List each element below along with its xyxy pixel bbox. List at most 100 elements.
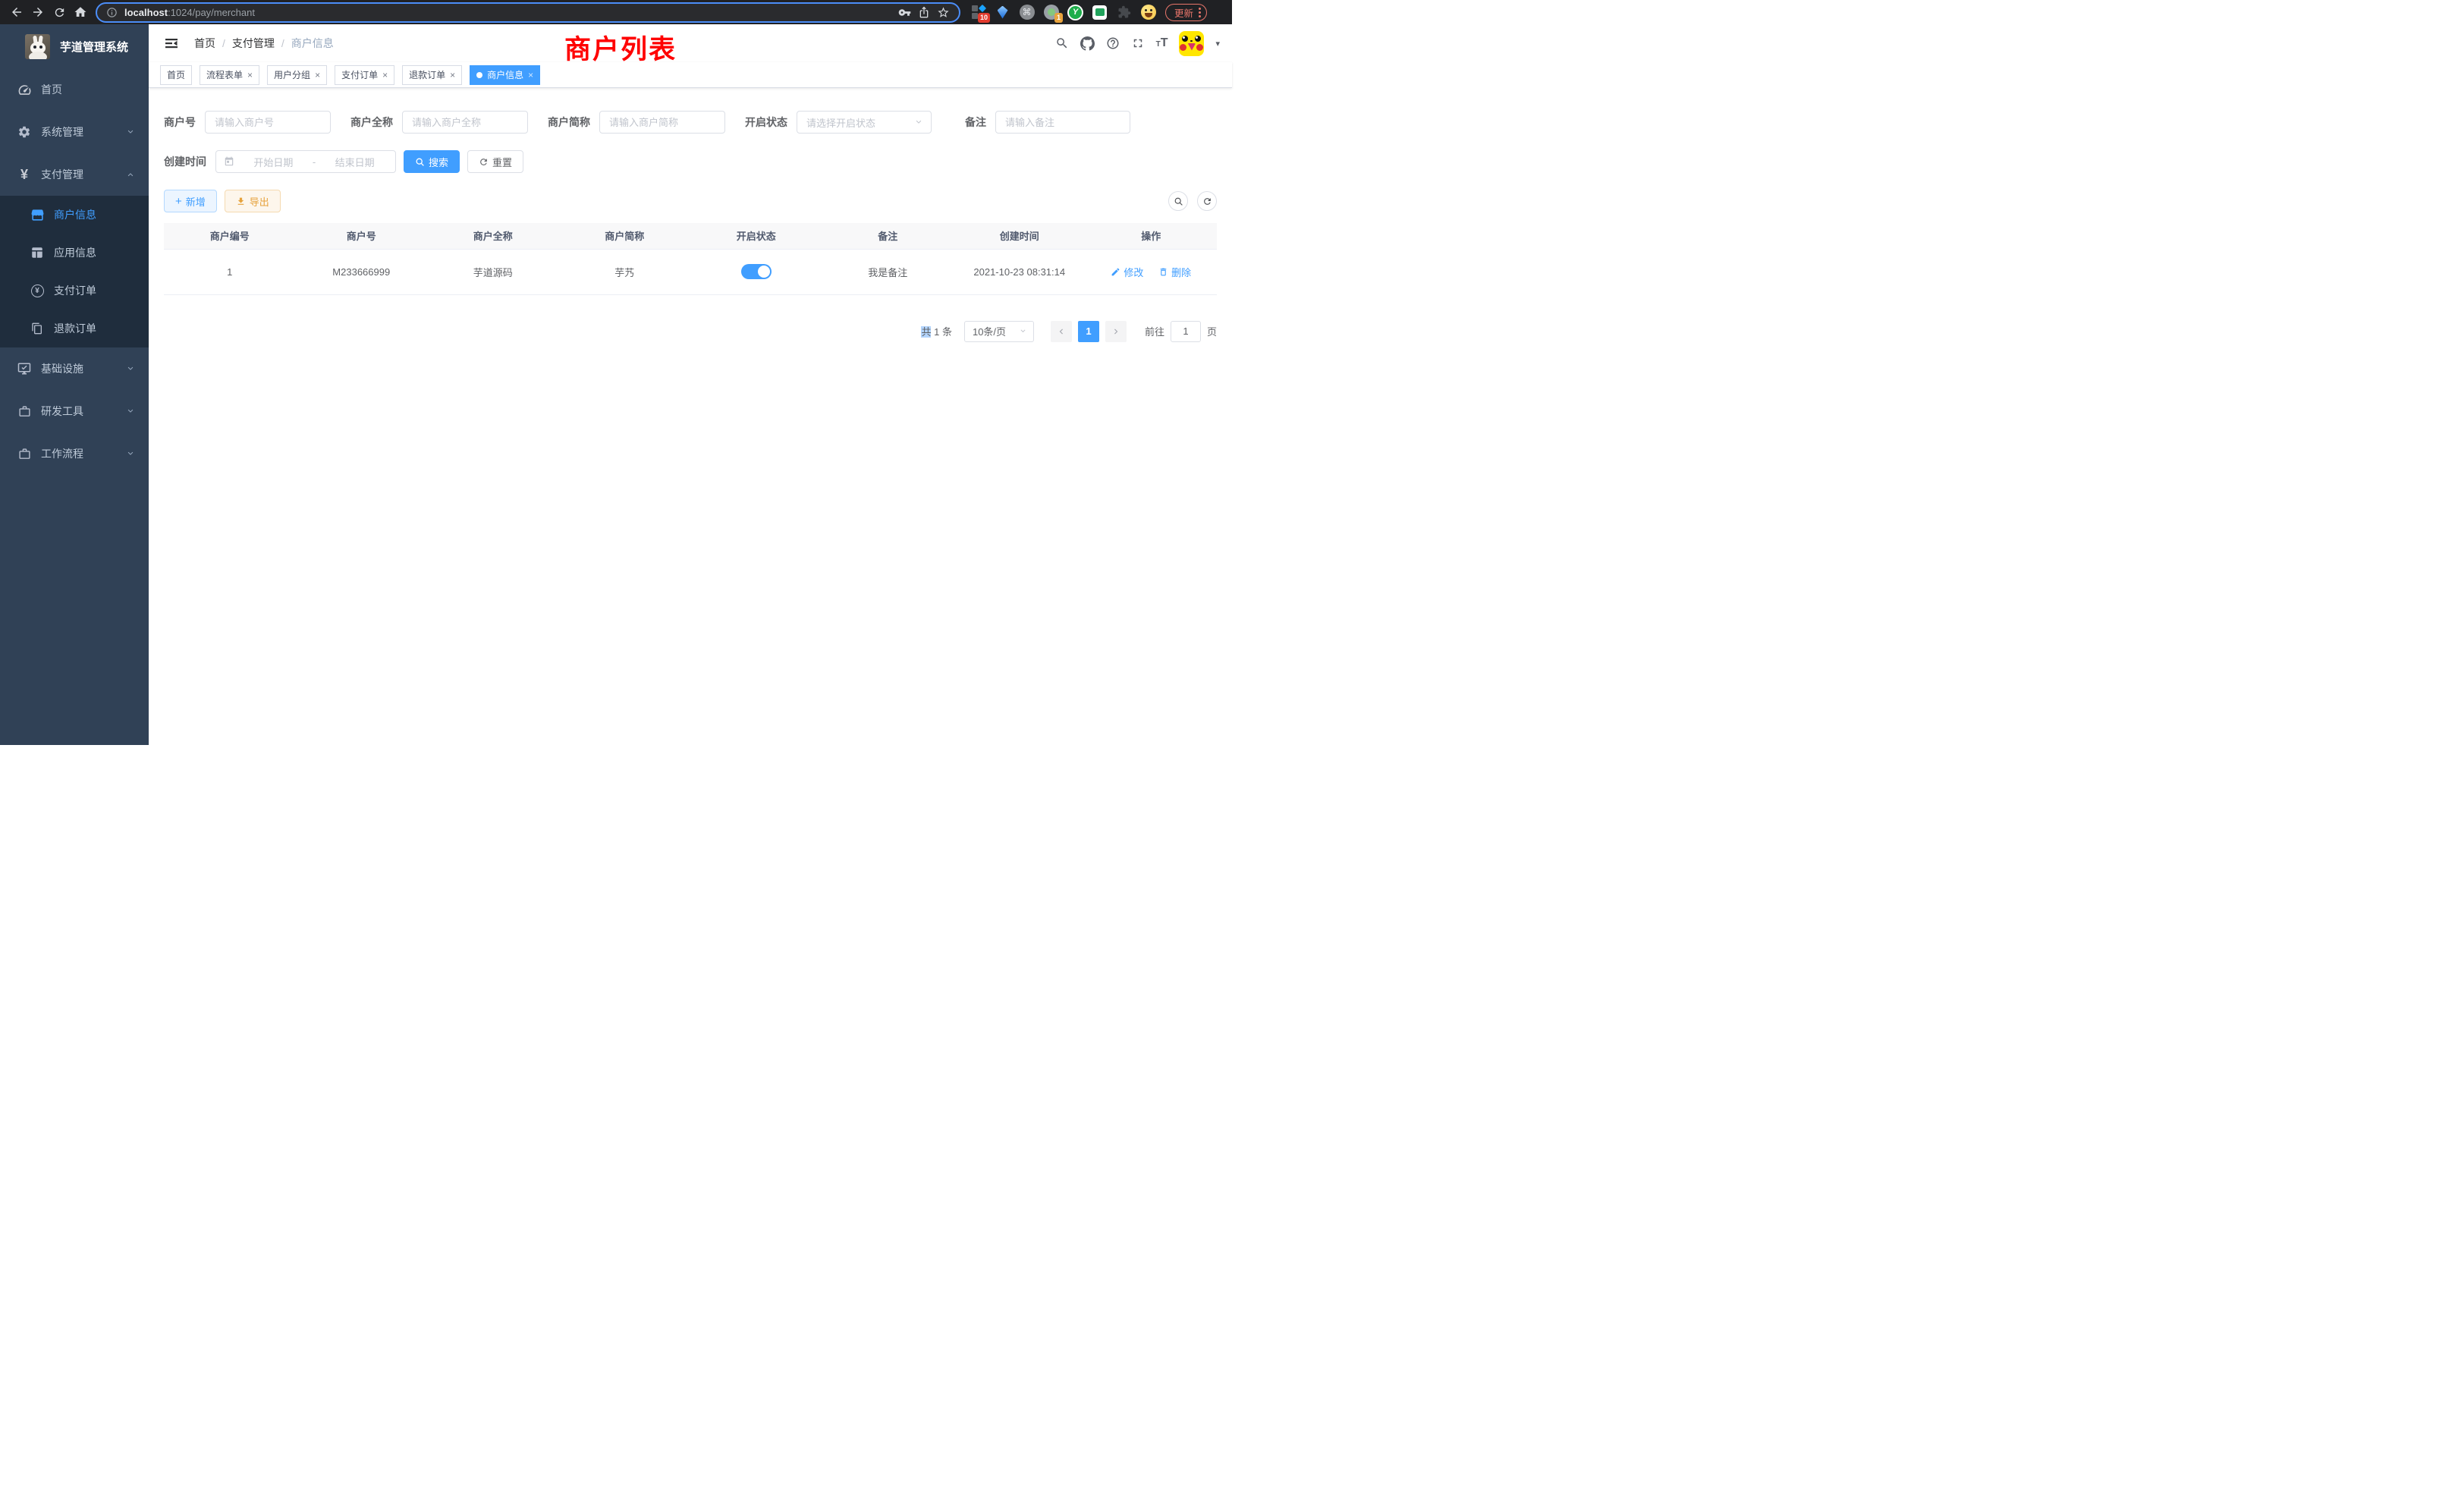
extension-badge: 1 <box>1054 13 1063 23</box>
url-text[interactable]: localhost:1024/pay/merchant <box>124 7 255 18</box>
search-icon <box>1174 196 1183 206</box>
help-icon[interactable] <box>1106 36 1120 50</box>
password-key-icon[interactable] <box>898 6 911 19</box>
fullscreen-icon[interactable] <box>1131 36 1145 50</box>
reload-icon <box>53 6 66 19</box>
extensions-puzzle-icon[interactable] <box>1116 5 1132 20</box>
toolbar-right <box>1168 191 1217 211</box>
tag-refund-order[interactable]: 退款订单× <box>402 65 462 85</box>
browser-home-button[interactable] <box>70 2 91 23</box>
remark-input[interactable] <box>995 111 1130 134</box>
sidebar: 芋道管理系统 首页 系统管理 ¥ 支付管理 <box>0 24 149 745</box>
edit-button[interactable]: 修改 <box>1111 265 1143 279</box>
close-icon[interactable]: × <box>528 71 533 80</box>
short-name-input[interactable] <box>599 111 725 134</box>
sidebar-collapse-button[interactable] <box>164 36 179 51</box>
merchant-no-input[interactable] <box>205 111 331 134</box>
site-info-icon[interactable] <box>106 7 118 18</box>
sidebar-item-pay-order[interactable]: ¥ 支付订单 <box>0 272 149 310</box>
sidebar-item-label: 支付管理 <box>41 167 83 182</box>
toggle-search-button[interactable] <box>1168 191 1188 211</box>
search-button[interactable]: 搜索 <box>404 150 460 173</box>
briefcase-icon <box>15 448 33 461</box>
sidebar-item-merchant-info[interactable]: 商户信息 <box>0 196 149 234</box>
close-icon[interactable]: × <box>315 71 320 80</box>
sidebar-item-system[interactable]: 系统管理 <box>0 111 149 153</box>
sidebar-item-infrastructure[interactable]: 基础设施 <box>0 347 149 390</box>
user-avatar[interactable] <box>1179 31 1204 56</box>
font-size-icon[interactable]: TT <box>1156 37 1168 49</box>
browser-reload-button[interactable] <box>49 2 70 23</box>
page-number-1[interactable]: 1 <box>1078 321 1099 342</box>
home-icon <box>74 5 87 19</box>
close-icon[interactable]: × <box>247 71 253 80</box>
next-page-button[interactable] <box>1105 321 1127 342</box>
extension-recorder-icon[interactable]: 1 <box>1043 5 1059 20</box>
full-name-input[interactable] <box>402 111 528 134</box>
share-icon[interactable] <box>918 6 930 18</box>
browser-update-button[interactable]: 更新 <box>1165 4 1207 21</box>
sidebar-item-dev-tools[interactable]: 研发工具 <box>0 390 149 432</box>
gear-icon <box>15 125 33 139</box>
user-menu-caret-icon[interactable]: ▾ <box>1215 39 1220 49</box>
merchant-table: 商户编号 商户号 商户全称 商户简称 开启状态 备注 创建时间 操作 1 M23… <box>164 223 1217 295</box>
app-logo-row[interactable]: 芋道管理系统 <box>0 24 149 68</box>
column-header: 创建时间 <box>954 223 1086 249</box>
app-title: 芋道管理系统 <box>60 39 128 55</box>
reset-button[interactable]: 重置 <box>467 150 523 173</box>
page-suffix-label: 页 <box>1207 324 1217 338</box>
browser-forward-button[interactable] <box>27 2 49 23</box>
status-select[interactable]: 请选择开启状态 <box>797 111 932 134</box>
sidebar-item-payment[interactable]: ¥ 支付管理 <box>0 153 149 196</box>
chevron-down-icon <box>1019 327 1027 335</box>
sidebar-item-app-info[interactable]: 应用信息 <box>0 234 149 272</box>
page-size-select[interactable]: 10条/页 <box>964 321 1034 342</box>
filter-label: 商户简称 <box>548 115 590 130</box>
sidebar-item-label: 系统管理 <box>41 124 83 140</box>
extension-gem-icon[interactable] <box>995 5 1010 20</box>
github-icon[interactable] <box>1080 36 1095 51</box>
profile-emoji-icon[interactable] <box>1140 5 1156 20</box>
refresh-table-button[interactable] <box>1197 191 1217 211</box>
sidebar-item-label: 基础设施 <box>41 361 83 376</box>
table-header-row: 商户编号 商户号 商户全称 商户简称 开启状态 备注 创建时间 操作 <box>164 223 1217 249</box>
goto-label: 前往 <box>1145 324 1164 338</box>
delete-button[interactable]: 删除 <box>1158 265 1191 279</box>
browser-chrome: localhost:1024/pay/merchant 10 ⌘ 1 Y <box>0 0 1232 24</box>
date-range-picker[interactable]: 开始日期 - 结束日期 <box>215 150 396 173</box>
filter-label: 开启状态 <box>745 115 787 130</box>
sidebar-item-workflow[interactable]: 工作流程 <box>0 432 149 475</box>
sidebar-item-label: 研发工具 <box>41 404 83 419</box>
breadcrumb-home[interactable]: 首页 <box>194 36 215 51</box>
column-header: 操作 <box>1086 223 1218 249</box>
breadcrumb-payment[interactable]: 支付管理 <box>232 36 275 51</box>
extension-chat-icon[interactable] <box>1092 5 1108 20</box>
refresh-icon <box>479 157 489 167</box>
close-icon[interactable]: × <box>382 71 388 80</box>
extension-grid-icon[interactable]: 10 <box>970 5 986 20</box>
goto-page-input[interactable] <box>1171 321 1201 342</box>
navbar-actions: TT ▾ <box>1055 31 1220 56</box>
tag-user-group[interactable]: 用户分组× <box>267 65 327 85</box>
header-search-icon[interactable] <box>1055 36 1069 50</box>
tag-home[interactable]: 首页 <box>160 65 192 85</box>
tag-pay-order[interactable]: 支付订单× <box>335 65 394 85</box>
export-button[interactable]: 导出 <box>225 190 281 212</box>
tag-merchant-info[interactable]: 商户信息× <box>470 65 540 85</box>
search-icon <box>415 157 425 167</box>
prev-page-button[interactable] <box>1051 321 1072 342</box>
sidebar-item-label: 退款订单 <box>54 321 96 336</box>
status-toggle[interactable] <box>741 264 772 279</box>
sidebar-item-refund-order[interactable]: 退款订单 <box>0 310 149 347</box>
tag-process-form[interactable]: 流程表单× <box>200 65 259 85</box>
bookmark-star-icon[interactable] <box>937 6 950 19</box>
filter-create-time: 创建时间 开始日期 - 结束日期 <box>164 150 396 173</box>
browser-menu-kebab-icon[interactable] <box>1199 8 1201 17</box>
address-bar[interactable]: localhost:1024/pay/merchant <box>96 2 960 23</box>
sidebar-item-home[interactable]: 首页 <box>0 68 149 111</box>
browser-back-button[interactable] <box>6 2 27 23</box>
extension-command-icon[interactable]: ⌘ <box>1019 5 1035 20</box>
extension-y-icon[interactable]: Y <box>1067 5 1083 20</box>
add-button[interactable]: + 新增 <box>164 190 217 212</box>
close-icon[interactable]: × <box>450 71 455 80</box>
